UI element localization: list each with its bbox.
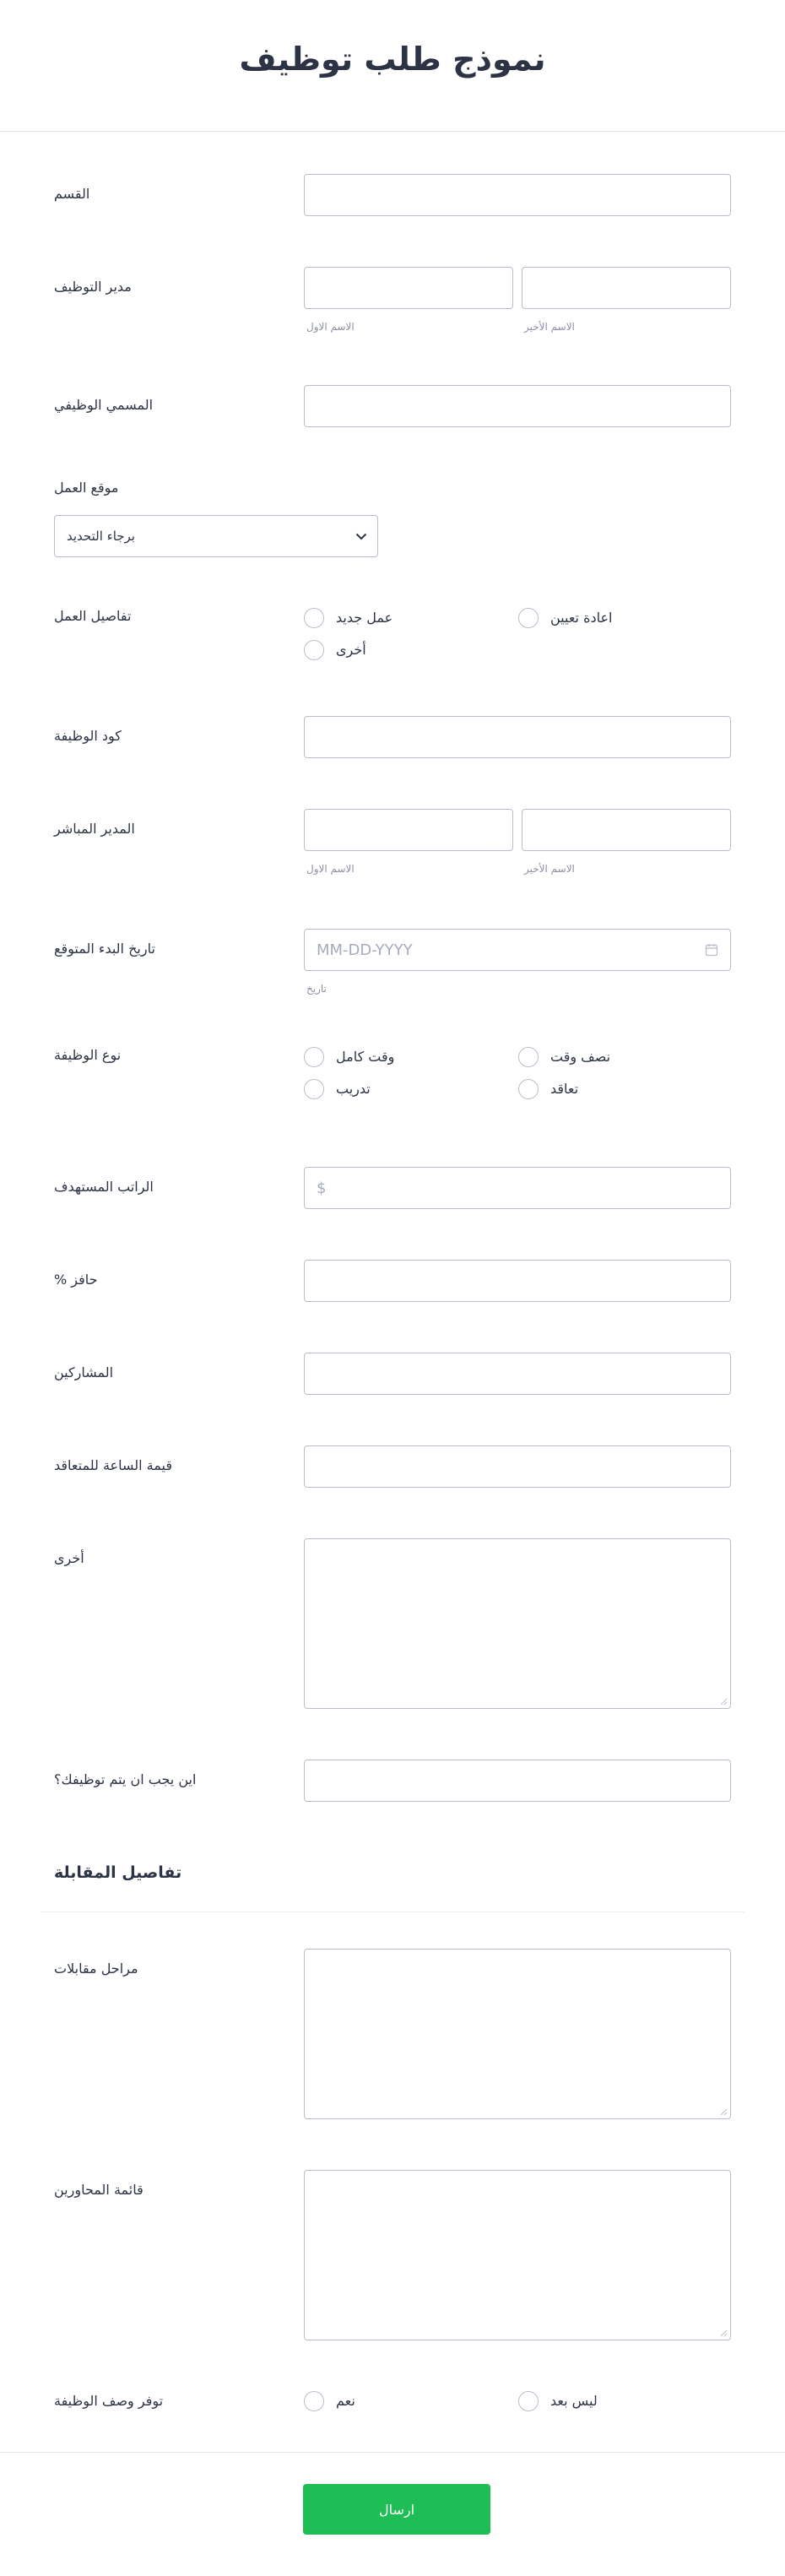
work-location-label: موقع العمل	[54, 480, 119, 496]
job-type-option-internship[interactable]: تدريب	[336, 1081, 371, 1097]
chevron-down-icon	[355, 529, 367, 544]
job-code-input[interactable]	[304, 716, 731, 758]
dollar-prefix: $	[317, 1179, 327, 1197]
job-type-radio-internship[interactable]	[304, 1079, 324, 1099]
start-date-placeholder: MM-DD-YYYY	[317, 941, 413, 959]
incentive-label: % حافز	[54, 1272, 98, 1288]
job-description-label: توفر وصف الوظيفة	[54, 2393, 164, 2409]
hiring-manager-first-name-input[interactable]	[304, 267, 513, 309]
work-details-option-reassign[interactable]: اعادة تعيين	[550, 610, 612, 626]
work-details-radio-reassign[interactable]	[518, 608, 539, 628]
work-details-radio-new[interactable]	[304, 608, 324, 628]
interview-stages-textarea[interactable]	[304, 1949, 731, 2119]
job-title-input[interactable]	[304, 385, 731, 427]
start-date-input[interactable]: MM-DD-YYYY	[304, 929, 731, 971]
where-hire-input[interactable]	[304, 1760, 731, 1802]
job-title-label: المسمي الوظيفي	[54, 397, 154, 413]
participants-input[interactable]	[304, 1353, 731, 1395]
interviewers-label: قائمة المحاورين	[54, 2182, 143, 2198]
job-type-radio-contract[interactable]	[518, 1079, 539, 1099]
contractor-rate-input[interactable]	[304, 1445, 731, 1488]
interviewers-textarea[interactable]	[304, 2170, 731, 2340]
job-code-label: كود الوظيفة	[54, 728, 122, 744]
work-details-option-other[interactable]: أخرى	[336, 642, 366, 658]
header-divider	[0, 131, 785, 132]
work-details-radio-other[interactable]	[304, 640, 324, 660]
work-details-option-new[interactable]: عمل جديد	[336, 610, 392, 626]
interview-section-title: تفاصيل المقابلة	[54, 1863, 182, 1882]
hiring-manager-last-name-sublabel: الاسم الأخير	[524, 321, 575, 333]
resize-handle-icon[interactable]	[720, 1698, 728, 1706]
department-input[interactable]	[304, 174, 731, 216]
start-date-sublabel: تاريخ	[306, 983, 327, 995]
direct-manager-first-name-input[interactable]	[304, 809, 513, 851]
start-date-label: تاريخ البدء المتوقع	[54, 941, 155, 957]
job-type-option-part-time[interactable]: نصف وقت	[550, 1049, 610, 1065]
work-location-selected: برجاء التحديد	[67, 529, 135, 544]
job-description-radio-yes[interactable]	[304, 2391, 324, 2411]
resize-handle-icon[interactable]	[720, 2108, 728, 2116]
where-hire-label: اين يجب ان يتم توظيفك؟	[54, 1771, 197, 1787]
direct-manager-last-name-sublabel: الاسم الأخير	[524, 863, 575, 875]
job-type-option-contract[interactable]: تعاقد	[550, 1081, 578, 1097]
job-type-radio-full-time[interactable]	[304, 1047, 324, 1067]
direct-manager-first-name-sublabel: الاسم الاول	[306, 863, 355, 875]
direct-manager-last-name-input[interactable]	[522, 809, 731, 851]
other-label: أخرى	[54, 1550, 84, 1566]
footer-divider	[0, 2452, 785, 2453]
interview-stages-label: مراحل مقابلات	[54, 1960, 138, 1977]
hiring-manager-first-name-sublabel: الاسم الاول	[306, 321, 355, 333]
job-type-option-full-time[interactable]: وقت كامل	[336, 1049, 394, 1065]
work-location-select[interactable]: برجاء التحديد	[54, 515, 378, 557]
hiring-manager-last-name-input[interactable]	[522, 267, 731, 309]
target-salary-label: الراتب المستهدف	[54, 1179, 154, 1195]
target-salary-input[interactable]: $	[304, 1167, 731, 1209]
resize-handle-icon[interactable]	[720, 2329, 728, 2337]
work-details-label: تفاصيل العمل	[54, 608, 132, 624]
hiring-manager-label: مدير التوظيف	[54, 279, 132, 295]
incentive-input[interactable]	[304, 1260, 731, 1302]
job-description-radio-not-yet[interactable]	[518, 2391, 539, 2411]
job-description-option-yes[interactable]: نعم	[336, 2393, 355, 2409]
job-description-option-not-yet[interactable]: ليس بعد	[550, 2393, 598, 2409]
department-label: القسم	[54, 186, 90, 202]
submit-button[interactable]: ارسال	[303, 2484, 490, 2535]
contractor-rate-label: قيمة الساعة للمتعاقد	[54, 1457, 172, 1473]
other-textarea[interactable]	[304, 1538, 731, 1709]
job-type-radio-part-time[interactable]	[518, 1047, 539, 1067]
job-type-label: نوع الوظيفة	[54, 1047, 122, 1063]
participants-label: المشاركين	[54, 1364, 114, 1380]
form-title: نموذج طلب توظيف	[239, 41, 546, 78]
calendar-icon[interactable]	[705, 943, 718, 961]
direct-manager-label: المدير المباشر	[54, 821, 135, 837]
